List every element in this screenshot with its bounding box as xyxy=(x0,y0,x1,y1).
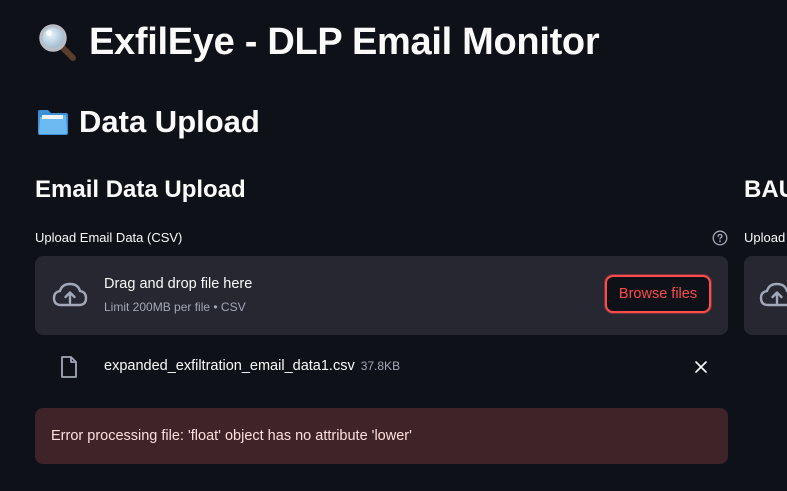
bau-upload-column: BAU Upload xyxy=(744,176,787,335)
magnifier-icon xyxy=(35,20,79,64)
app-title: ExfilEye - DLP Email Monitor xyxy=(35,20,600,64)
bau-uploader-label: Upload xyxy=(744,230,786,245)
uploaded-file-info: expanded_exfiltration_email_data1.csv 37.… xyxy=(104,358,400,374)
dropzone-limit-text: Limit 200MB per file • CSV xyxy=(104,300,246,314)
help-icon[interactable] xyxy=(712,230,728,246)
cloud-upload-icon xyxy=(51,280,89,310)
app-title-text: ExfilEye - DLP Email Monitor xyxy=(89,20,600,63)
file-uploader-label: Upload Email Data (CSV) xyxy=(35,230,183,245)
dropzone-instructions: Drag and drop file here Limit 200MB per … xyxy=(104,276,252,314)
folder-icon xyxy=(35,104,71,140)
error-message: Error processing file: 'float' object ha… xyxy=(51,428,412,444)
file-uploader-label-row: Upload Email Data (CSV) xyxy=(35,230,728,248)
uploaded-file-name: expanded_exfiltration_email_data1.csv xyxy=(104,358,355,374)
email-upload-column: Email Data Upload Upload Email Data (CSV… xyxy=(35,176,728,464)
email-upload-subheader: Email Data Upload xyxy=(35,176,246,203)
uploaded-file-size: 37.8KB xyxy=(360,359,401,373)
uploaded-file-row: expanded_exfiltration_email_data1.csv 37.… xyxy=(35,343,728,391)
app-page: ExfilEye - DLP Email Monitor Data Upload… xyxy=(0,0,787,491)
section-title: Data Upload xyxy=(35,104,260,140)
bau-uploader-label-row: Upload xyxy=(744,230,787,248)
file-icon xyxy=(59,355,79,379)
section-title-text: Data Upload xyxy=(79,104,260,139)
file-dropzone[interactable]: Drag and drop file here Limit 200MB per … xyxy=(35,256,728,335)
error-alert: Error processing file: 'float' object ha… xyxy=(35,408,728,464)
close-icon[interactable] xyxy=(692,358,710,376)
bau-upload-subheader: BAU xyxy=(744,176,787,203)
cloud-upload-icon xyxy=(758,280,787,310)
bau-file-dropzone[interactable] xyxy=(744,256,787,335)
browse-files-button[interactable]: Browse files xyxy=(605,275,711,313)
dropzone-primary-text: Drag and drop file here xyxy=(104,276,253,292)
